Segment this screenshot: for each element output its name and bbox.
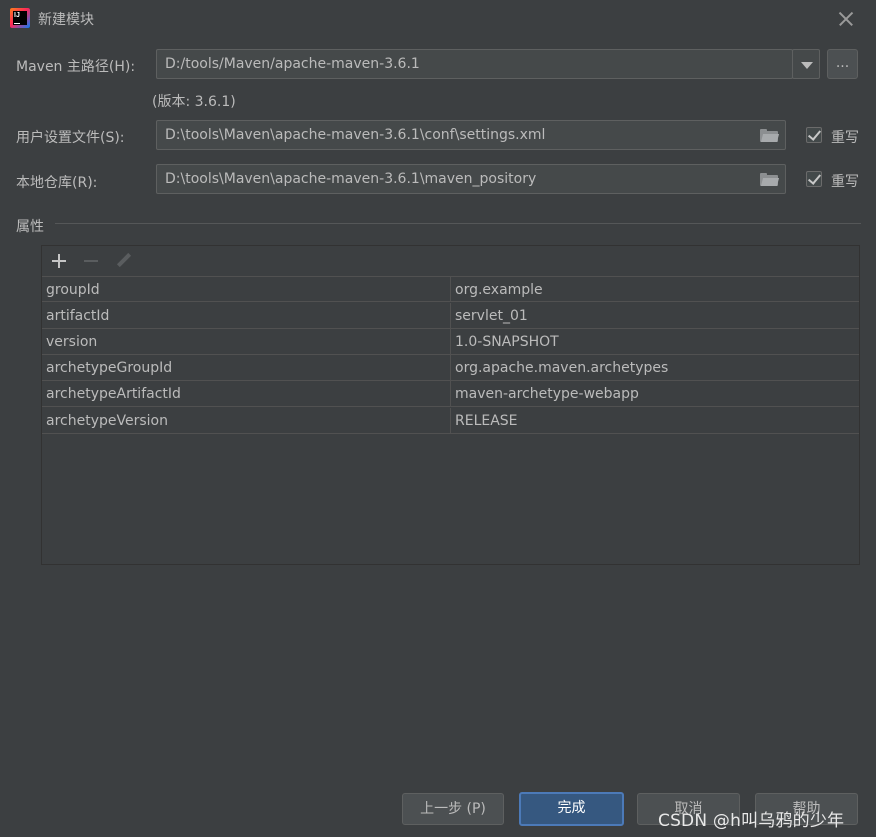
- table-row[interactable]: archetypeVersion RELEASE: [42, 408, 859, 434]
- local-repo-override-label: 重写: [831, 174, 859, 190]
- property-key[interactable]: archetypeVersion: [42, 408, 451, 433]
- title-bar: IJ 新建模块: [0, 0, 876, 38]
- table-row[interactable]: archetypeGroupId org.apache.maven.archet…: [42, 355, 859, 381]
- user-settings-override-checkbox[interactable]: [806, 127, 822, 143]
- user-settings-override-label: 重写: [831, 130, 859, 146]
- previous-button[interactable]: 上一步 (P): [402, 793, 504, 825]
- properties-table: groupId org.example artifactId servlet_0…: [42, 276, 859, 564]
- property-key[interactable]: groupId: [42, 277, 451, 302]
- property-key[interactable]: artifactId: [42, 303, 451, 328]
- section-divider: [55, 223, 861, 224]
- local-repo-field[interactable]: D:\tools\Maven\apache-maven-3.6.1\maven_…: [156, 164, 786, 194]
- user-settings-label: 用户设置文件(S):: [16, 130, 125, 146]
- local-repo-label: 本地仓库(R):: [16, 175, 98, 191]
- minus-icon[interactable]: [82, 252, 100, 270]
- maven-home-combobox[interactable]: D:/tools/Maven/apache-maven-3.6.1: [156, 49, 793, 79]
- table-row[interactable]: archetypeArtifactId maven-archetype-weba…: [42, 381, 859, 407]
- property-key[interactable]: archetypeArtifactId: [42, 381, 451, 406]
- property-value[interactable]: 1.0-SNAPSHOT: [451, 329, 859, 354]
- pencil-icon[interactable]: [115, 252, 133, 270]
- csdn-watermark: CSDN @h叫乌鸦的少年: [658, 811, 845, 831]
- chevron-down-icon[interactable]: [792, 49, 820, 79]
- property-key[interactable]: version: [42, 329, 451, 354]
- intellij-app-icon: IJ: [10, 8, 30, 28]
- properties-toolbar: [42, 246, 859, 276]
- folder-icon[interactable]: [760, 173, 780, 186]
- folder-icon[interactable]: [760, 129, 780, 142]
- table-row[interactable]: artifactId servlet_01: [42, 303, 859, 329]
- finish-button[interactable]: 完成: [519, 792, 624, 826]
- maven-version-note: (版本: 3.6.1): [152, 94, 236, 110]
- table-row[interactable]: groupId org.example: [42, 276, 859, 302]
- plus-icon[interactable]: [50, 252, 68, 270]
- properties-section-label: 属性: [16, 219, 44, 235]
- window-title: 新建模块: [38, 12, 94, 28]
- property-value[interactable]: org.apache.maven.archetypes: [451, 355, 859, 380]
- property-key[interactable]: archetypeGroupId: [42, 355, 451, 380]
- local-repo-override-checkbox[interactable]: [806, 171, 822, 187]
- table-row[interactable]: version 1.0-SNAPSHOT: [42, 329, 859, 355]
- user-settings-field[interactable]: D:\tools\Maven\apache-maven-3.6.1\conf\s…: [156, 120, 786, 150]
- maven-home-label: Maven 主路径(H):: [16, 59, 136, 75]
- property-value[interactable]: org.example: [451, 277, 859, 302]
- property-value[interactable]: servlet_01: [451, 303, 859, 328]
- property-value[interactable]: maven-archetype-webapp: [451, 381, 859, 406]
- maven-home-browse-button[interactable]: ...: [827, 49, 858, 79]
- property-value[interactable]: RELEASE: [451, 408, 859, 433]
- close-icon[interactable]: [835, 8, 857, 30]
